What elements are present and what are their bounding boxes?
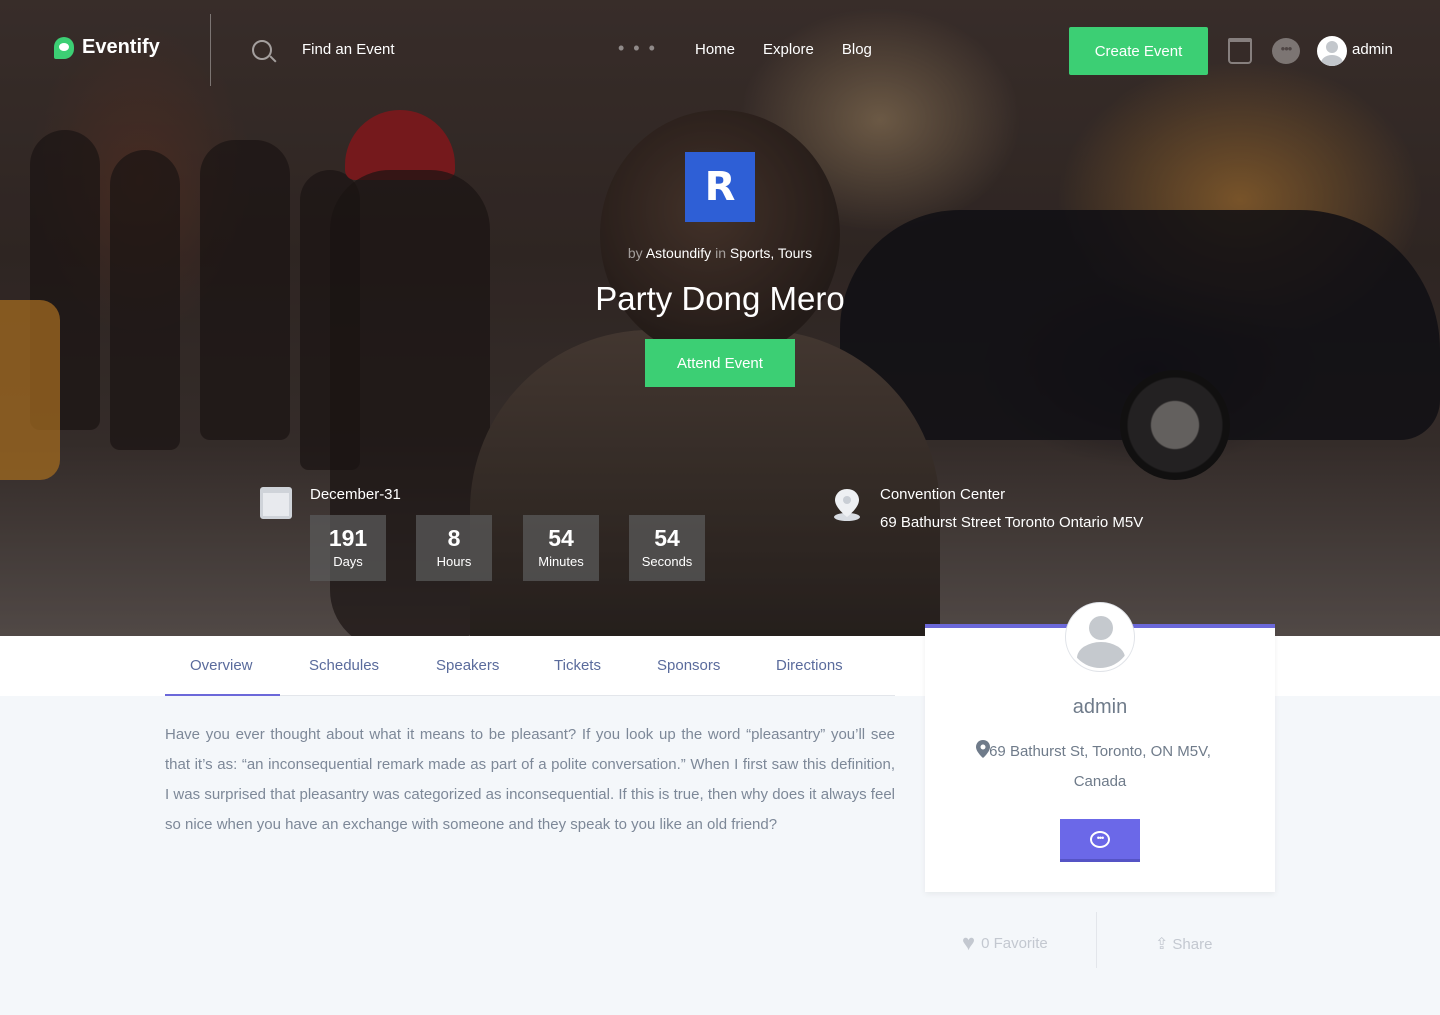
user-avatar[interactable] — [1317, 36, 1347, 66]
countdown-seconds: 54 Seconds — [629, 515, 705, 581]
calendar-icon — [260, 487, 292, 519]
by-prefix: by — [627, 245, 643, 261]
venue-address: 69 Bathurst Street Toronto Ontario M5V — [880, 514, 1144, 531]
countdown-label: Hours — [436, 554, 472, 569]
tab-overview[interactable]: Overview — [190, 657, 253, 674]
countdown-label: Days — [333, 554, 363, 569]
cart-icon[interactable] — [1228, 38, 1252, 64]
organizer-link[interactable]: Astoundify — [646, 245, 711, 261]
share-label: Share — [1172, 935, 1213, 953]
hero-background — [0, 0, 1440, 636]
event-description: Have you ever thought about what it mean… — [165, 726, 895, 833]
countdown-label: Minutes — [538, 554, 584, 569]
tab-speakers[interactable]: Speakers — [436, 657, 499, 674]
message-button[interactable]: ••• — [1060, 819, 1140, 862]
active-tab-indicator — [165, 694, 280, 696]
brand-logo[interactable]: Eventify — [54, 36, 160, 59]
share-button[interactable]: ⇪ Share — [1155, 934, 1212, 954]
countdown-value: 54 — [654, 525, 680, 551]
hero-taxi — [0, 300, 60, 480]
create-event-button[interactable]: Create Event — [1069, 27, 1208, 75]
nav-explore[interactable]: Explore — [763, 41, 814, 58]
find-event-link[interactable]: Find an Event — [302, 41, 395, 58]
countdown-value: 8 — [447, 525, 461, 551]
nav-blog[interactable]: Blog — [842, 41, 872, 58]
tab-tickets[interactable]: Tickets — [554, 657, 601, 674]
attend-event-button[interactable]: Attend Event — [645, 339, 795, 387]
messages-icon[interactable]: ••• — [1272, 38, 1300, 64]
hero-car-wheel — [1120, 370, 1230, 480]
tab-sponsors[interactable]: Sponsors — [657, 657, 720, 674]
heart-icon: ♥ — [962, 930, 976, 955]
tab-schedules[interactable]: Schedules — [309, 657, 379, 674]
share-icon: ⇪ — [1155, 936, 1169, 953]
countdown-value: 54 — [548, 525, 574, 551]
actions-divider — [1096, 912, 1097, 968]
organizer-address: 69 Bathurst St, Toronto, ON M5V, Canada — [989, 743, 1211, 790]
countdown-days: 191 Days — [310, 515, 386, 581]
event-byline: by Astoundify in Sports, Tours — [0, 245, 1440, 261]
favorite-count: 0 Favorite — [981, 934, 1048, 952]
organizer-name[interactable]: admin — [925, 696, 1275, 719]
chat-bubble-icon: ••• — [1090, 830, 1110, 848]
eventify-logo-icon — [54, 36, 74, 59]
favorite-button[interactable]: ♥ 0 Favorite — [962, 930, 1048, 955]
more-dots-icon[interactable]: • • • — [618, 38, 657, 59]
event-date: December-31 — [310, 486, 401, 503]
event-title: Party Dong Mero — [595, 280, 845, 317]
hero-person-head — [600, 110, 840, 360]
hero-figure — [300, 170, 360, 470]
nav-home[interactable]: Home — [695, 41, 735, 58]
brand-name: Eventify — [82, 36, 160, 58]
countdown-hours: 8 Hours — [416, 515, 492, 581]
location-pin-icon — [834, 489, 860, 521]
in-prefix: in — [715, 245, 726, 261]
countdown-minutes: 54 Minutes — [523, 515, 599, 581]
user-menu-name[interactable]: admin — [1352, 41, 1393, 58]
countdown-value: 191 — [328, 525, 368, 551]
countdown-label: Seconds — [641, 554, 693, 569]
category-links[interactable]: Sports, Tours — [730, 245, 812, 261]
search-icon[interactable] — [252, 40, 272, 60]
organizer-logo: R — [685, 152, 755, 222]
organizer-avatar[interactable] — [1066, 603, 1134, 671]
tab-directions[interactable]: Directions — [776, 657, 843, 674]
header-divider — [210, 14, 211, 86]
hero-red-cap — [345, 110, 455, 180]
venue-name: Convention Center — [880, 486, 1006, 503]
main-nav: Home Explore Blog — [695, 41, 872, 58]
